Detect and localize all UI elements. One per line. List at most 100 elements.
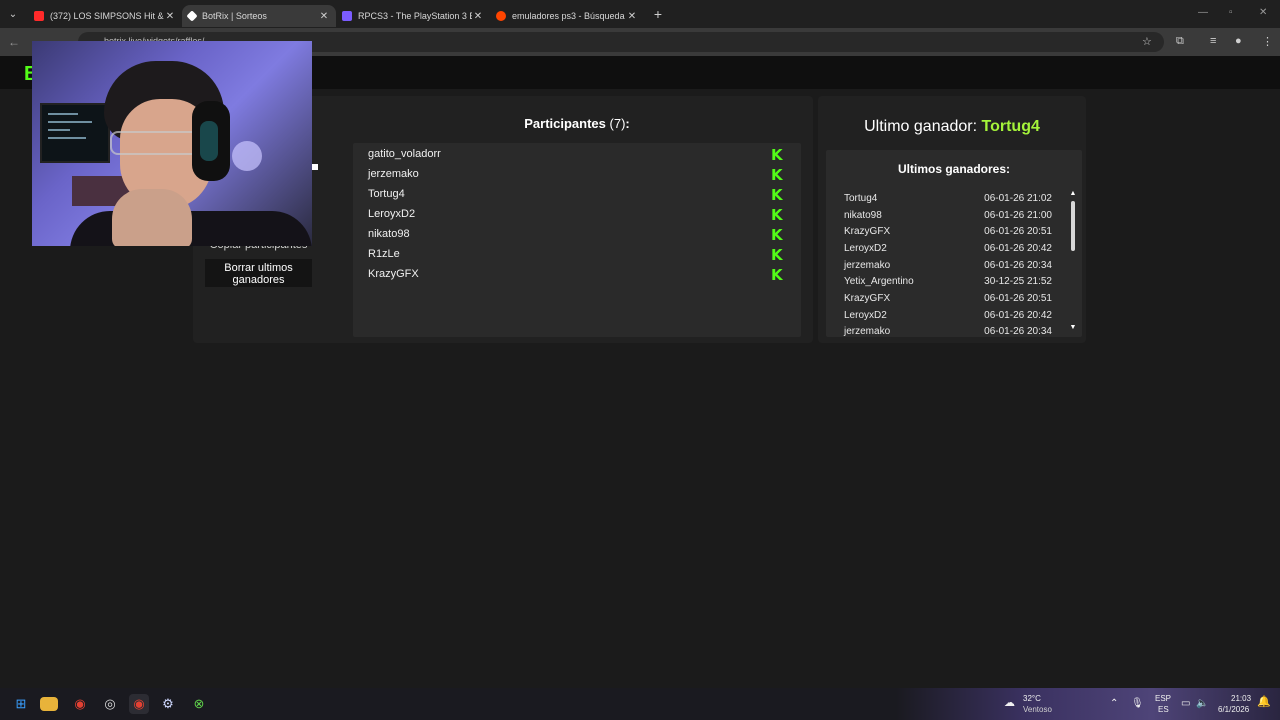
participant-row: jerzemako K [368, 168, 786, 186]
winner-time: 06-01-26 20:34 [984, 260, 1052, 271]
tab-simpsons[interactable]: (372) LOS SIMPSONS Hit & Run ✕ [28, 5, 182, 27]
close-window-icon[interactable]: ✕ [1259, 7, 1267, 18]
rpcs3-icon [342, 11, 352, 21]
chrome-icon[interactable]: ◉ [70, 694, 90, 714]
participants-count: (7) [609, 116, 626, 131]
minimize-icon[interactable]: — [1198, 7, 1208, 18]
winner-name: LeroyxD2 [844, 243, 887, 254]
back-icon[interactable]: ← [4, 35, 24, 49]
winner-time: 06-01-26 20:34 [984, 326, 1052, 337]
kick-icon: K [771, 186, 783, 204]
winner-row: LeroyxD2 06-01-26 20:42 [844, 310, 1054, 326]
network-icon[interactable]: ▭ [1181, 698, 1190, 709]
weather-icon[interactable]: ☁ [1004, 698, 1015, 709]
winner-row: KrazyGFX 06-01-26 20:51 [844, 226, 1054, 242]
close-icon[interactable]: ✕ [318, 11, 330, 22]
webcam-person-hand [112, 189, 192, 246]
winner-row: KrazyGFX 06-01-26 20:51 [844, 293, 1054, 309]
winner-time: 06-01-26 20:51 [984, 226, 1052, 237]
recent-winners-list[interactable]: Ultimos ganadores: Tortug4 06-01-26 21:0… [826, 150, 1082, 337]
winner-time: 06-01-26 20:51 [984, 293, 1052, 304]
tab-search-emuladores[interactable]: emuladores ps3 - Búsqueda de ✕ [490, 5, 644, 27]
participant-row: R1zLe K [368, 248, 786, 266]
bookmark-star-icon[interactable]: ☆ [1142, 35, 1152, 48]
kick-icon: K [771, 146, 783, 164]
participant-name: KrazyGFX [368, 268, 419, 280]
recent-winners-title: Ultimos ganadores: [897, 162, 1011, 176]
kick-icon: K [771, 266, 783, 284]
profile-avatar[interactable]: ● [1235, 35, 1242, 47]
last-winner-label: Ultimo ganador: [864, 118, 978, 135]
participant-row: Tortug4 K [368, 188, 786, 206]
start-icon[interactable]: ⊞ [11, 694, 31, 714]
language-bottom[interactable]: ES [1158, 704, 1169, 715]
steam-icon[interactable]: ⚙ [158, 694, 178, 714]
tab-title: BotRix | Sorteos [202, 11, 267, 21]
media-icon[interactable]: ≡ [1210, 35, 1216, 47]
close-icon[interactable]: ✕ [472, 11, 484, 22]
weather-temp[interactable]: 32°C [1023, 693, 1041, 704]
winner-time: 06-01-26 20:42 [984, 243, 1052, 254]
participant-name: jerzemako [368, 168, 419, 180]
volume-icon[interactable]: 🔈 [1196, 698, 1208, 709]
language-top[interactable]: ESP [1155, 693, 1171, 704]
webcam-light [232, 141, 262, 171]
tab-search-icon[interactable]: ⌄ [5, 6, 21, 22]
webcam-headphones [192, 101, 230, 181]
microphone-icon[interactable]: 🎙 [1131, 698, 1144, 709]
obs-icon[interactable]: ◎ [100, 694, 120, 714]
participant-name: R1zLe [368, 248, 400, 260]
participants-heading: Participantes (7): [353, 116, 801, 131]
tab-title: RPCS3 - The PlayStation 3 Emu [358, 11, 472, 21]
tab-title: emuladores ps3 - Búsqueda de [512, 11, 626, 21]
winner-row: jerzemako 06-01-26 20:34 [844, 260, 1054, 276]
winner-time: 06-01-26 21:00 [984, 210, 1052, 221]
winner-row: nikato98 06-01-26 21:00 [844, 210, 1054, 226]
clock-time[interactable]: 21:03 [1231, 693, 1251, 704]
webcam-edge-marker [312, 164, 318, 170]
scroll-up-icon[interactable]: ▲ [1069, 190, 1077, 197]
winner-time: 06-01-26 21:02 [984, 193, 1052, 204]
tab-title: (372) LOS SIMPSONS Hit & Run [50, 11, 164, 21]
close-icon[interactable]: ✕ [164, 11, 176, 22]
tab-rpcs3[interactable]: RPCS3 - The PlayStation 3 Emu ✕ [336, 5, 490, 27]
participant-row: LeroyxD2 K [368, 208, 786, 226]
extensions-icon[interactable]: ⧉ [1176, 35, 1184, 48]
webcam-overlay [32, 41, 312, 246]
kick-icon: K [771, 166, 783, 184]
reddit-icon [496, 11, 506, 21]
menu-icon[interactable]: ⋮ [1262, 35, 1273, 48]
show-hidden-icons[interactable]: ⌃ [1110, 698, 1118, 709]
chrome-active-icon[interactable]: ◉ [129, 694, 149, 714]
winner-name: nikato98 [844, 210, 882, 221]
participant-row: KrazyGFX K [368, 268, 786, 286]
file-explorer-icon[interactable] [40, 697, 58, 711]
new-tab-button[interactable]: + [648, 6, 668, 22]
kick-icon: K [771, 206, 783, 224]
youtube-icon [34, 11, 44, 21]
restore-icon[interactable]: ▫ [1229, 7, 1233, 18]
xbox-icon[interactable]: ⊗ [189, 694, 209, 714]
clock-date[interactable]: 6/1/2026 [1218, 704, 1249, 715]
notifications-icon[interactable]: 🔔 [1257, 697, 1271, 708]
kick-icon: K [771, 226, 783, 244]
winner-row: jerzemako 06-01-26 20:34 [844, 326, 1054, 337]
clear-winners-button[interactable]: Borrar ultimos ganadores [205, 259, 312, 287]
weather-desc[interactable]: Ventoso [1023, 704, 1052, 715]
winner-time: 30-12-25 21:52 [984, 276, 1052, 287]
participant-name: LeroyxD2 [368, 208, 416, 220]
last-winner-name: Tortug4 [981, 118, 1040, 135]
webcam-monitor [40, 103, 110, 163]
kick-icon: K [771, 246, 783, 264]
scroll-thumb[interactable] [1071, 201, 1075, 251]
taskbar: ⊞ ◉ ◎ ◉ ⚙ ⊗ ☁ 32°C Ventoso ⌃ 🎙 ESP ES ▭ … [0, 688, 1280, 720]
winners-scrollbar[interactable]: ▲ ▼ [1069, 190, 1077, 333]
winner-row: Yetix_Argentino 30-12-25 21:52 [844, 276, 1054, 292]
tab-botrix[interactable]: BotRix | Sorteos ✕ [182, 5, 336, 27]
close-icon[interactable]: ✕ [626, 11, 638, 22]
scroll-down-icon[interactable]: ▼ [1069, 324, 1077, 331]
tab-strip: ⌄ (372) LOS SIMPSONS Hit & Run ✕ BotRix … [0, 0, 1280, 28]
participants-label: Participantes [524, 116, 606, 131]
winner-row: LeroyxD2 06-01-26 20:42 [844, 243, 1054, 259]
winner-name: KrazyGFX [844, 293, 891, 304]
